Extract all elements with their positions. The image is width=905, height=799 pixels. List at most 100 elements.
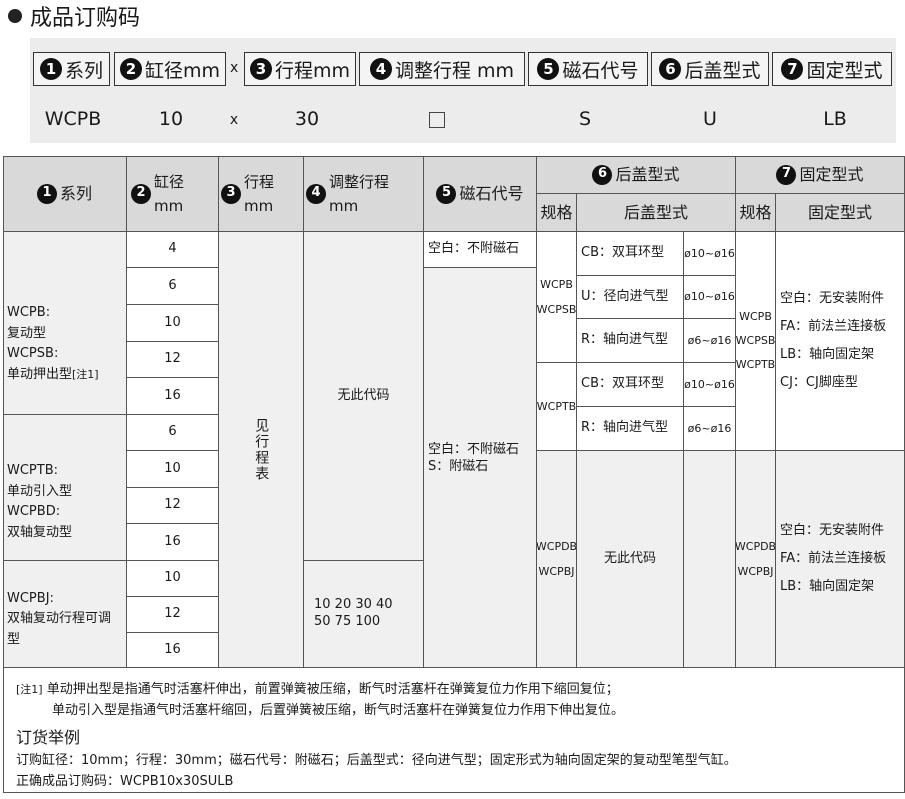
number-4-icon: 4	[306, 183, 326, 204]
mount-spec-code: WCPTB	[736, 358, 776, 372]
cover-range-empty	[684, 451, 736, 668]
series-group-3: WCPBJ: 双轴复动行程可调型	[3, 561, 127, 668]
spec-table: 1 系列 2 缸径 mm 3 行程mm 4 调整行程 mm 5 磁石代号 6 后盖型式 7固…	[3, 156, 905, 668]
example-line-1: 订购缸径：10mm；行程：30mm；磁石代号：附磁石；后盖型式：径向进气型；固定…	[16, 753, 737, 768]
number-1-icon: 1	[39, 58, 62, 80]
cover-spec-code: WCPSB	[537, 303, 577, 316]
example-heading: 订货举例	[16, 728, 81, 747]
cover-spec-a: WCPB WCPSB	[537, 232, 577, 363]
header-cover-spec: 规格	[537, 194, 577, 232]
adjust-values-cell: 10 20 30 40 50 75 100	[304, 561, 424, 668]
cover-spec-code: WCPBJ	[538, 565, 575, 578]
header-mount-label: 固定型式	[799, 164, 864, 184]
series-desc: 复动型	[7, 325, 47, 341]
mount-spec-code: WCPDB	[736, 539, 776, 553]
cover-type: U：径向进气型	[577, 276, 684, 319]
bore-cell: 16	[127, 633, 219, 668]
header-magnet: 5 磁石代号	[424, 156, 537, 232]
bore-cell: 16	[127, 378, 219, 415]
code-box-label: 系列	[64, 59, 103, 82]
series-desc: 单动引入型	[7, 483, 73, 499]
bore-cell: 4	[127, 232, 219, 268]
series-group-2: WCPTB: 单动引入型 WCPBD: 双轴复动型	[3, 415, 127, 561]
footnote-mark: [注1]	[16, 683, 43, 696]
number-7-icon: 7	[776, 164, 797, 185]
mount-options-bottom: 空白：无安装附件 FA：前法兰连接板 LB：轴向固定架	[776, 451, 905, 668]
series-desc: 双轴复动型	[7, 525, 73, 541]
code-box-label: 调整行程 mm	[394, 59, 515, 82]
number-5-icon: 5	[537, 58, 560, 80]
number-4-icon: 4	[369, 58, 392, 80]
cover-type: R：轴向进气型	[577, 407, 684, 451]
header-adjust: 4 调整行程 mm	[304, 156, 424, 232]
series-desc: 单动押出型	[7, 367, 73, 383]
bore-cell: 12	[127, 488, 219, 524]
header-bore-label: 缸径 mm	[154, 172, 185, 215]
number-5-icon: 5	[436, 183, 457, 204]
header-bore: 2 缸径 mm	[127, 156, 219, 232]
cover-type: CB：双耳环型	[577, 232, 684, 276]
code-box-label: 固定型式	[806, 59, 883, 82]
mount-spec-code: WCPB	[739, 309, 772, 323]
note-mark: [注1]	[72, 368, 99, 382]
cover-type: R：轴向进气型	[577, 319, 684, 363]
order-code-panel: 1 系列 2 缸径mm x 3 行程mm 4 调整行程 mm 5 磁石代号 6 后盖型式 7…	[30, 38, 896, 143]
example-line-2: 正确成品订购码：WCPB10x30SULB	[16, 774, 234, 789]
header-mount-sub: 固定型式	[776, 194, 905, 232]
times-sign: x	[230, 60, 239, 76]
code-box-label: 磁石代号	[562, 59, 639, 82]
header-mount-spec: 规格	[736, 194, 776, 232]
adjust-values-line: 10 20 30 40	[314, 597, 393, 613]
number-3-icon: 3	[221, 183, 241, 204]
cover-range: ø10~ø16	[684, 232, 736, 276]
series-code: WCPTB:	[7, 462, 59, 478]
stroke-note: 见行程表	[253, 417, 270, 482]
frame-bottom	[3, 792, 905, 793]
magnet-option: 空白：不附磁石	[428, 442, 520, 458]
code-box-mount: 7 固定型式	[772, 52, 892, 86]
bore-cell: 6	[127, 415, 219, 451]
footnote-line-2: 单动引入型是指通气时活塞杆缩回，后置弹簧被压缩，断气时活塞杆在弹簧复位力作用下伸…	[52, 703, 625, 718]
bore-cell: 16	[127, 524, 219, 561]
mount-spec-bottom: WCPDB WCPBJ	[736, 451, 776, 668]
stroke-cell: 见行程表	[219, 232, 304, 668]
series-code: WCPB:	[7, 304, 51, 320]
series-group-1: WCPB: 复动型 WCPSB: 单动押出型[注1]	[3, 232, 127, 415]
blank-square-icon	[429, 111, 445, 128]
number-6-icon: 6	[592, 164, 613, 185]
footnote-line-1: [注1] 单动押出型是指通气时活塞杆伸出，前置弹簧被压缩，断气时活塞杆在弹簧复位…	[16, 678, 619, 697]
mount-option: LB：轴向固定架	[780, 578, 875, 594]
series-code: WCPSB:	[7, 346, 59, 362]
cover-spec-code: WCPB	[540, 277, 573, 291]
mount-option: CJ：CJ脚座型	[780, 374, 858, 390]
code-box-label: 行程mm	[274, 59, 351, 82]
cover-spec-b: WCPTB	[537, 363, 577, 451]
number-3-icon: 3	[249, 58, 272, 80]
number-6-icon: 6	[659, 58, 682, 80]
sample-mount: LB	[823, 108, 847, 130]
magnet-option: S：附磁石	[428, 458, 489, 474]
cover-range: ø10~ø16	[684, 363, 736, 407]
code-box-adjust: 4 调整行程 mm	[359, 52, 525, 86]
mount-option: 空白：无安装附件	[780, 291, 885, 307]
code-box-stroke: 3 行程mm	[244, 52, 356, 86]
header-magnet-label: 磁石代号	[459, 183, 524, 203]
mount-spec-code: WCPSB	[736, 333, 776, 347]
series-desc: 双轴复动行程可调型	[7, 611, 112, 648]
header-stroke-label: 行程mm	[244, 172, 275, 215]
mount-option: FA：前法兰连接板	[780, 551, 887, 567]
sample-bore: 10	[158, 108, 184, 130]
code-box-magnet: 5 磁石代号	[528, 52, 648, 86]
header-series-label: 系列	[59, 183, 92, 203]
header-series: 1 系列	[3, 156, 127, 232]
series-code: WCPBJ:	[7, 590, 54, 606]
bore-cell: 12	[127, 597, 219, 633]
sample-series: WCPB	[44, 108, 102, 130]
code-box-bore: 2 缸径mm	[114, 52, 226, 86]
mount-spec-code: WCPBJ	[737, 565, 774, 578]
sample-cover: U	[703, 108, 717, 130]
mount-options-top: 空白：无安装附件 FA：前法兰连接板 LB：轴向固定架 CJ：CJ脚座型	[776, 232, 905, 451]
cover-range: ø6~ø16	[684, 407, 736, 451]
series-code: WCPBD:	[7, 504, 61, 520]
header-cover-sub: 后盖型式	[577, 194, 736, 232]
